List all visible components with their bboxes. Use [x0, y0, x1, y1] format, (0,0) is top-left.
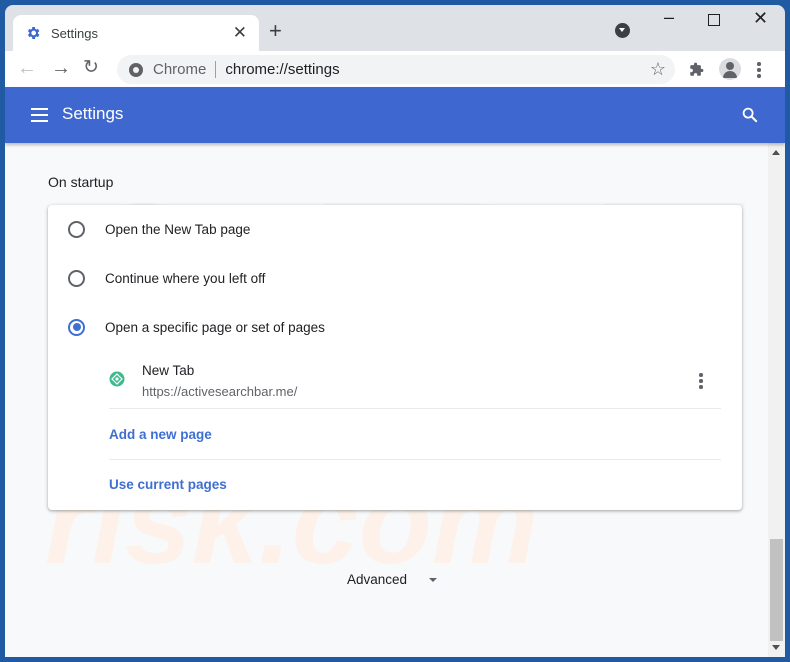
use-current-pages-link[interactable]: Use current pages: [109, 477, 227, 492]
page-title: Settings: [62, 104, 124, 123]
add-page-row: Add a new page: [109, 410, 721, 460]
reload-icon[interactable]: ↻: [83, 58, 99, 78]
advanced-label: Advanced: [347, 572, 408, 587]
use-current-row: Use current pages: [109, 460, 721, 510]
gear-icon: [27, 27, 40, 39]
radio-label: Open the New Tab page: [105, 221, 251, 237]
advanced-toggle[interactable]: Advanced: [347, 572, 438, 587]
radio-label: Continue where you left off: [105, 270, 266, 286]
startup-page-name: New Tab: [142, 363, 195, 378]
on-startup-card: Open the New Tab page Continue where you…: [48, 205, 742, 510]
browser-window: Settings ✕ + – ✕ ← → ↻ Chrome chrome://s…: [5, 5, 785, 657]
scroll-down-arrow-icon[interactable]: [772, 645, 780, 650]
chrome-menu-icon[interactable]: [757, 62, 761, 78]
tab-settings[interactable]: Settings ✕: [13, 15, 259, 51]
caret-down-icon: [429, 577, 438, 582]
radio-option-continue[interactable]: Continue where you left off: [68, 266, 265, 290]
section-title-on-startup: On startup: [48, 174, 114, 190]
omnibox-divider: [215, 61, 217, 78]
startup-page-url: https://activesearchbar.me/: [142, 384, 298, 399]
startup-page-entry: New Tab https://activesearchbar.me/: [109, 355, 721, 409]
avatar-head: [726, 62, 734, 70]
tab-search-icon[interactable]: [615, 23, 630, 38]
search-icon[interactable]: [741, 106, 759, 124]
tab-strip: Settings ✕ + – ✕: [5, 5, 785, 51]
bookmark-star-icon[interactable]: ☆: [650, 59, 666, 80]
chrome-icon: [129, 62, 143, 77]
radio-option-specific-pages[interactable]: Open a specific page or set of pages: [68, 315, 325, 339]
new-tab-icon[interactable]: +: [269, 18, 282, 44]
tab-title: Settings: [51, 25, 98, 41]
close-tab-icon[interactable]: ✕: [233, 23, 247, 43]
radio-button[interactable]: [68, 220, 85, 238]
settings-content: risk.com On startup Open the New Tab pag…: [5, 143, 768, 657]
site-favicon-icon: [109, 371, 125, 387]
radio-option-new-tab[interactable]: Open the New Tab page: [68, 217, 250, 241]
menu-icon[interactable]: [31, 108, 48, 122]
forward-icon[interactable]: →: [51, 58, 71, 78]
maximize-icon[interactable]: [708, 14, 720, 26]
back-icon[interactable]: ←: [17, 58, 37, 78]
radio-button[interactable]: [68, 269, 85, 287]
omnibox-url[interactable]: chrome://settings: [225, 61, 650, 78]
profile-avatar[interactable]: [719, 58, 741, 80]
address-bar[interactable]: Chrome chrome://settings ☆: [117, 55, 675, 84]
radio-button-checked[interactable]: [68, 318, 85, 336]
toolbar: ← → ↻ Chrome chrome://settings ☆: [5, 51, 785, 87]
settings-header: Settings: [5, 87, 785, 143]
vertical-scrollbar[interactable]: [768, 143, 785, 657]
avatar-body: [723, 71, 737, 78]
scrollbar-thumb[interactable]: [770, 539, 783, 641]
minimize-icon[interactable]: –: [664, 7, 674, 28]
scroll-up-arrow-icon[interactable]: [772, 150, 780, 155]
extensions-icon[interactable]: [689, 62, 704, 77]
radio-label: Open a specific page or set of pages: [105, 319, 325, 335]
omnibox-scheme-label: Chrome: [153, 61, 207, 78]
more-actions-icon[interactable]: [699, 373, 703, 389]
add-new-page-link[interactable]: Add a new page: [109, 427, 212, 442]
close-window-icon[interactable]: ✕: [753, 8, 768, 29]
